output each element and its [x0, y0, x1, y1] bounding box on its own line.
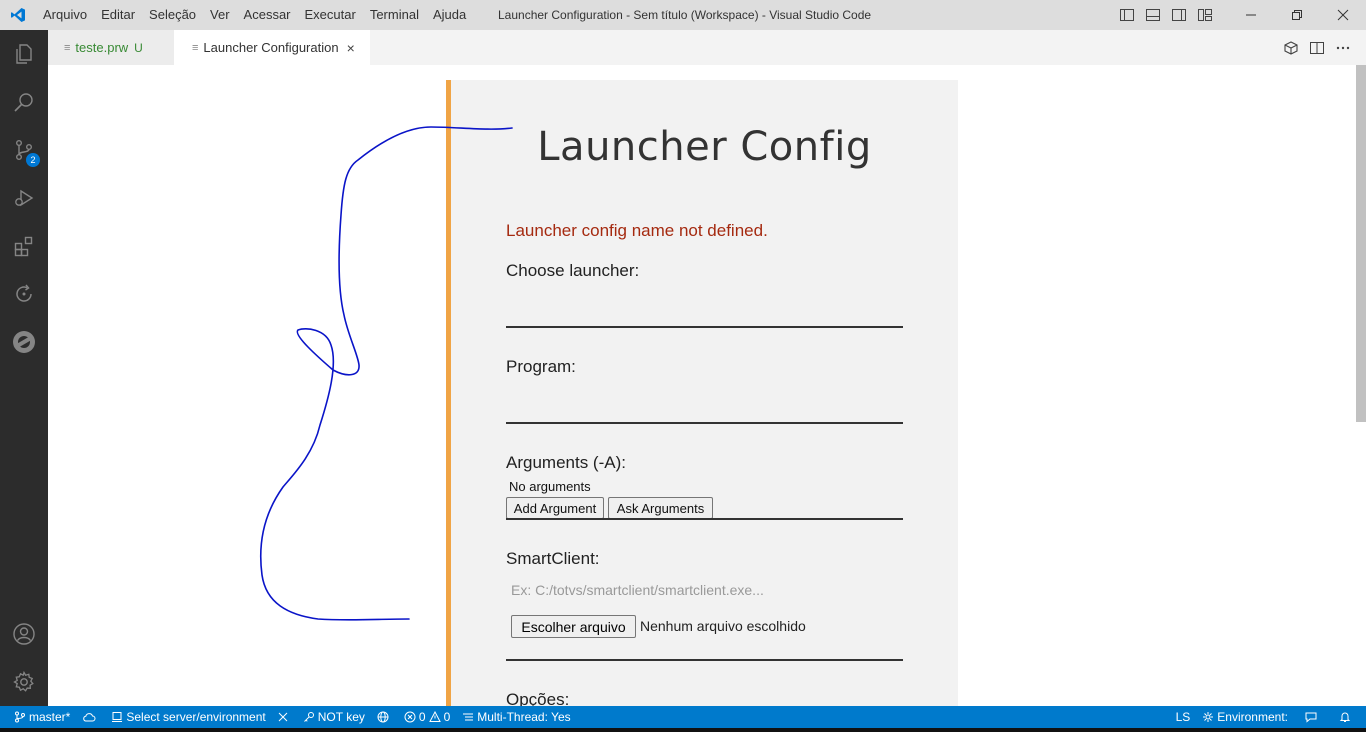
settings-gear-icon[interactable]	[0, 658, 48, 706]
list-icon	[463, 713, 474, 721]
untracked-badge: U	[134, 40, 143, 55]
ls-status[interactable]: LS	[1170, 706, 1197, 728]
accounts-icon[interactable]	[0, 610, 48, 658]
sync-status[interactable]	[76, 706, 105, 728]
search-icon[interactable]	[0, 78, 48, 126]
server-status[interactable]: Select server/environment	[105, 706, 271, 728]
status-right: LS Environment:	[1170, 706, 1366, 728]
customize-layout-icon[interactable]	[1192, 0, 1218, 30]
globe-icon[interactable]	[371, 706, 398, 728]
multithread-label: Multi-Thread: Yes	[477, 710, 571, 724]
status-bar: master* Select server/environment NOT ke…	[0, 706, 1366, 728]
file-icon: ≡	[192, 41, 199, 54]
warning-count: 0	[443, 710, 451, 724]
branch-icon	[15, 711, 25, 723]
multithread-status[interactable]: Multi-Thread: Yes	[456, 706, 576, 728]
key-icon	[303, 712, 314, 722]
menu-selecao[interactable]: Seleção	[142, 0, 203, 30]
title-controls	[1114, 0, 1366, 30]
source-control-badge: 2	[26, 153, 40, 167]
vscode-logo-icon	[0, 0, 36, 30]
toggle-panel-icon[interactable]	[1140, 0, 1166, 30]
close-window-button[interactable]	[1320, 0, 1366, 30]
title-bar: Arquivo Editar Seleção Ver Acessar Execu…	[0, 0, 1366, 30]
menu-executar[interactable]: Executar	[298, 0, 363, 30]
editor-tab-bar: ≡ teste.prw U ≡ Launcher Configuration ×	[48, 30, 1366, 65]
environment-label: Environment:	[1217, 710, 1288, 724]
explorer-icon[interactable]	[0, 30, 48, 78]
more-actions-icon[interactable]	[1330, 30, 1356, 65]
editor-actions	[1278, 30, 1356, 65]
environment-status[interactable]: Environment:	[1196, 706, 1294, 728]
warning-icon	[428, 711, 441, 722]
error-icon	[404, 711, 416, 723]
tab-launcher-configuration[interactable]: ≡ Launcher Configuration ×	[174, 30, 370, 65]
menu-ajuda[interactable]: Ajuda	[426, 0, 473, 30]
timeline-icon[interactable]	[0, 270, 48, 318]
open-preview-icon[interactable]	[1278, 30, 1304, 65]
menu-terminal[interactable]: Terminal	[363, 0, 426, 30]
toggle-primary-sidebar-icon[interactable]	[1114, 0, 1140, 30]
tab-teste-prw[interactable]: ≡ teste.prw U	[48, 30, 174, 65]
close-server-icon[interactable]	[272, 706, 297, 728]
menu-acessar[interactable]: Acessar	[237, 0, 298, 30]
activity-bar: 2	[0, 30, 48, 706]
environment-icon	[1203, 712, 1214, 722]
totvs-icon[interactable]	[0, 318, 48, 366]
tab-label: Launcher Configuration	[203, 40, 339, 55]
server-icon	[112, 712, 123, 722]
menu-ver[interactable]: Ver	[203, 0, 237, 30]
run-debug-icon[interactable]	[0, 174, 48, 222]
menu-arquivo[interactable]: Arquivo	[36, 0, 94, 30]
feedback-icon[interactable]	[1294, 706, 1331, 728]
window-title: Launcher Configuration - Sem título (Wor…	[498, 8, 872, 22]
error-count: 0	[418, 710, 426, 724]
restore-button[interactable]	[1274, 0, 1320, 30]
server-label: Select server/environment	[126, 710, 266, 724]
key-label: NOT key	[317, 710, 365, 724]
branch-status[interactable]: master*	[0, 706, 76, 728]
problems-status[interactable]: 0 0	[398, 706, 456, 728]
menu-bar: Arquivo Editar Seleção Ver Acessar Execu…	[36, 0, 473, 30]
minimize-button[interactable]	[1228, 0, 1274, 30]
branch-name: master*	[29, 710, 71, 724]
editor-scrollbar[interactable]	[1356, 65, 1366, 422]
extensions-icon[interactable]	[0, 222, 48, 270]
editor-area: Launcher Config Launcher config name not…	[48, 65, 1366, 706]
close-tab-icon[interactable]: ×	[347, 40, 355, 56]
toggle-secondary-sidebar-icon[interactable]	[1166, 0, 1192, 30]
tab-label: teste.prw	[75, 40, 129, 55]
menu-editar[interactable]: Editar	[94, 0, 142, 30]
source-control-icon[interactable]: 2	[0, 126, 48, 174]
notifications-bell-icon[interactable]	[1331, 706, 1366, 728]
taskbar-edge	[0, 728, 1366, 732]
file-icon: ≡	[64, 41, 71, 54]
split-editor-icon[interactable]	[1304, 30, 1330, 65]
cloud-sync-icon	[83, 713, 96, 722]
freehand-ink-stroke	[259, 126, 513, 621]
key-status[interactable]: NOT key	[297, 706, 371, 728]
vscode-window: Arquivo Editar Seleção Ver Acessar Execu…	[0, 0, 1366, 732]
